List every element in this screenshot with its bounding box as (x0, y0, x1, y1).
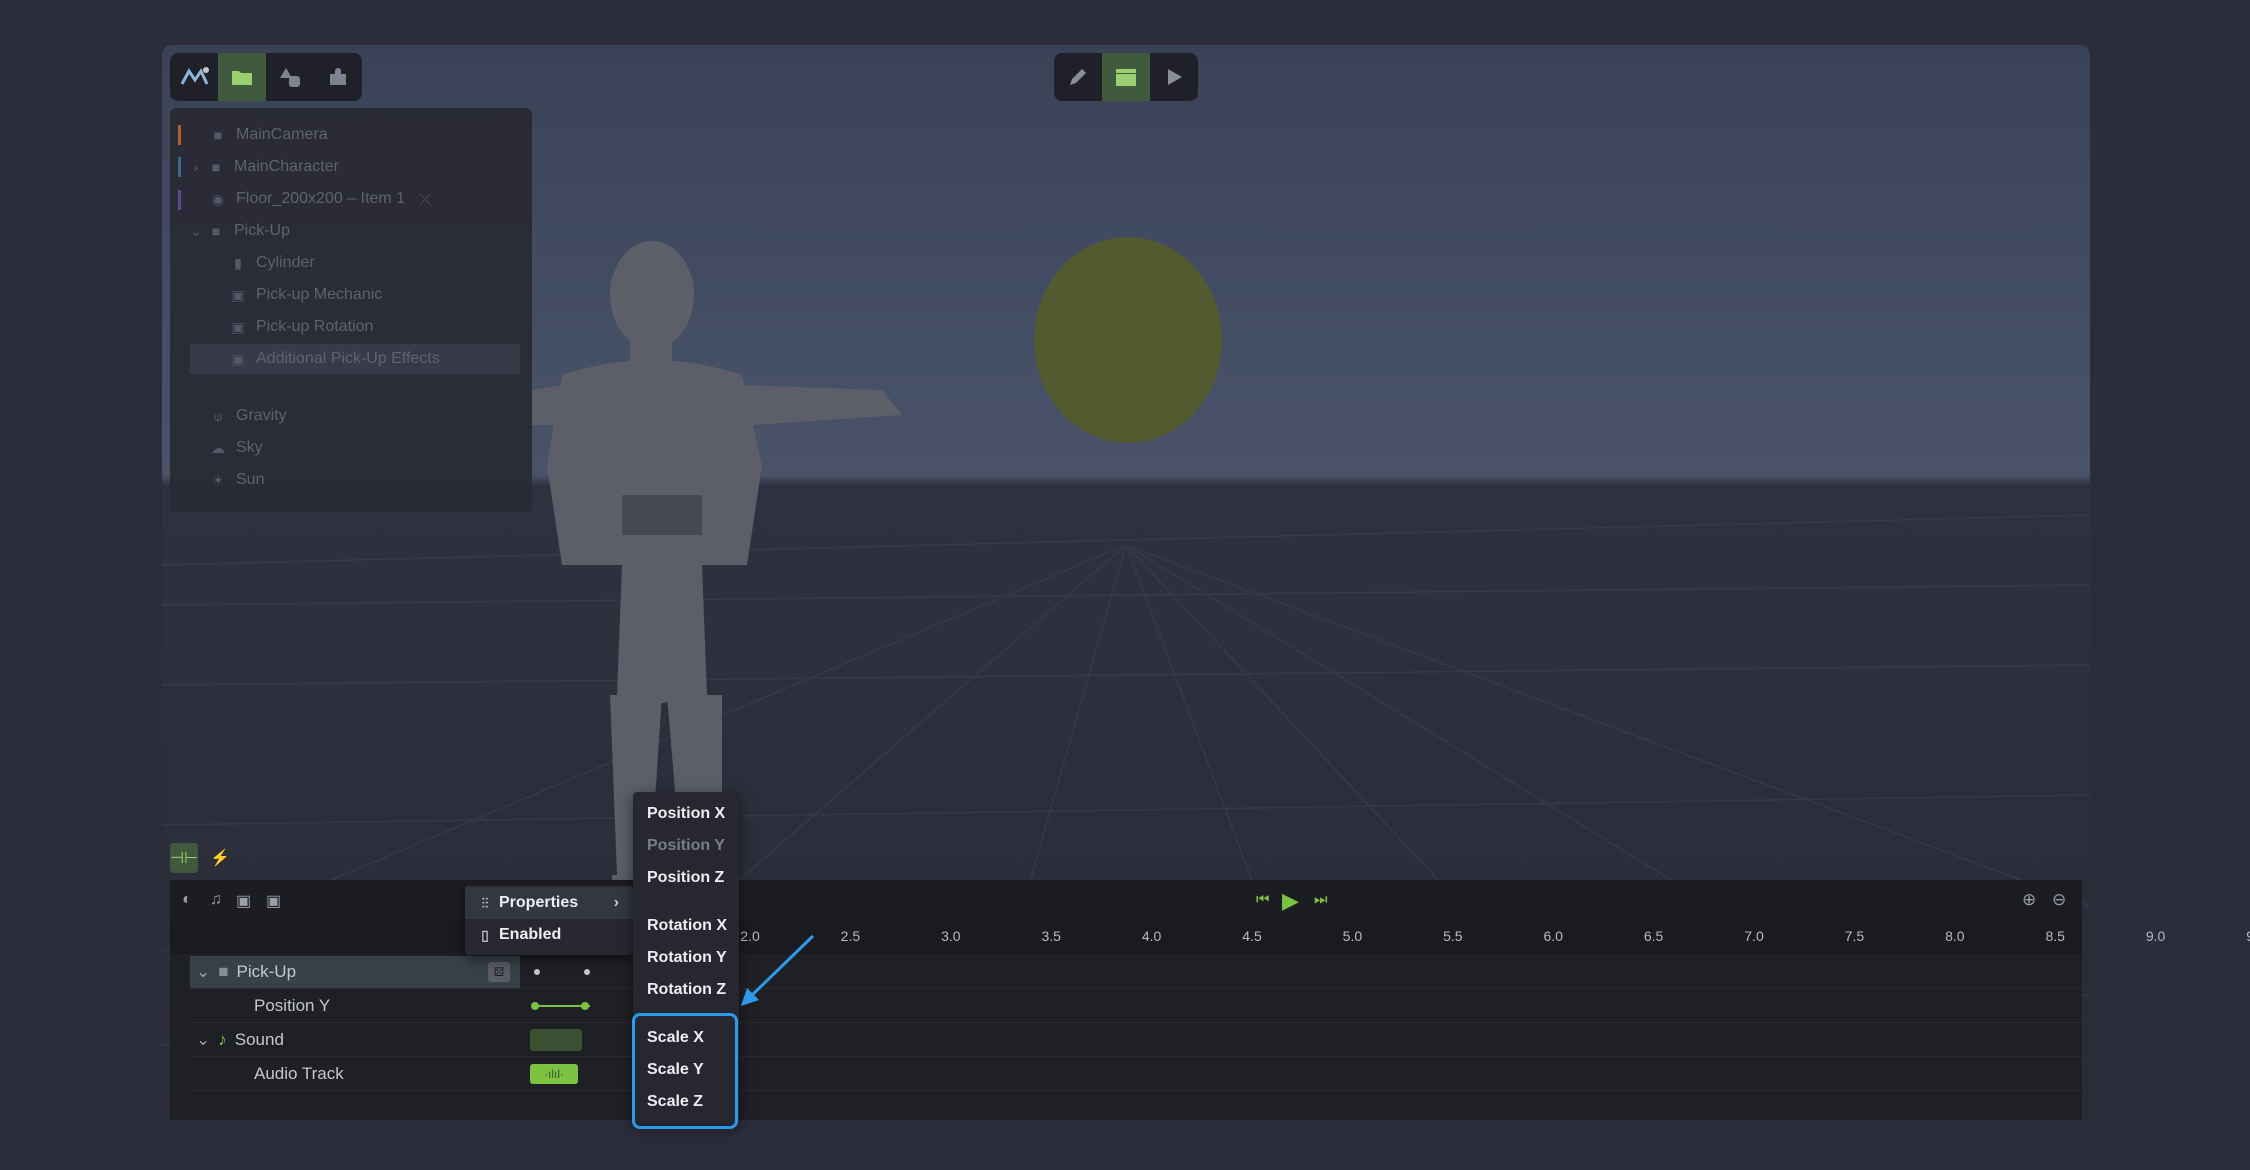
chevron-down-icon[interactable]: ⌄ (190, 223, 202, 240)
add-object-track-icon[interactable]: ◐ (182, 891, 192, 909)
timeline-tick-label: 8.0 (1945, 928, 1965, 944)
timeline-tick-label: 3.0 (941, 928, 961, 944)
track-row-position-y[interactable]: Position Y (190, 990, 2082, 1023)
cloud-icon: ☁ (211, 439, 225, 456)
outliner-item-pickup[interactable]: ⌄ ■ Pick-Up (190, 216, 290, 246)
folder-icon[interactable] (218, 53, 266, 101)
chevron-right-icon[interactable]: › (190, 159, 202, 175)
chevron-down-icon[interactable]: ⌄ (196, 962, 210, 982)
timeline-tick-label: 4.5 (1242, 928, 1262, 944)
timeline-tick-label: 4.0 (1141, 928, 1162, 944)
outliner-item-floor[interactable]: ◉ Floor_200x200 – Item 1 ⤫ (208, 184, 443, 214)
pickup-orb (1034, 237, 1222, 443)
puzzle-icon[interactable] (314, 53, 362, 101)
shapes-icon[interactable] (266, 53, 314, 101)
color-stripe (178, 125, 181, 145)
timeline-tick-label: 2.5 (840, 928, 861, 944)
context-menu: ⫶⫶ Properties › ▯ Enabled (465, 885, 633, 955)
keyframe-mode-icon[interactable]: ⚄ (488, 962, 510, 982)
mode-toolbar (1054, 53, 1198, 101)
logo-icon[interactable] (170, 53, 218, 101)
toggle-icon: ▯ (481, 926, 489, 943)
timeline-tick-label: 7.5 (1844, 928, 1865, 944)
play-icon[interactable] (1150, 53, 1198, 101)
folder-icon: ■ (218, 962, 229, 981)
outliner-item-cylinder[interactable]: ▮ Cylinder (228, 248, 315, 278)
color-stripe (178, 157, 181, 177)
folder-icon: ■ (211, 159, 221, 175)
timeline-tick-label: 6.0 (1543, 928, 1563, 944)
target-icon: ◉ (211, 190, 225, 207)
timeline-tick-label: 9.0 (2145, 928, 2166, 944)
zoom-in-icon[interactable]: ⊕ (2022, 890, 2036, 910)
color-stripe (178, 190, 181, 210)
skip-back-icon[interactable]: ⏮ (1256, 891, 1270, 908)
outliner-item-additional-effects[interactable]: ▣ Additional Pick-Up Effects (190, 344, 520, 374)
skip-forward-icon[interactable]: ⏭ (1314, 891, 1328, 908)
timeline-ruler[interactable] (170, 922, 2082, 954)
add-image-track-icon[interactable]: ▣ (266, 891, 281, 911)
play-button-icon[interactable]: ▶ (1282, 888, 1299, 914)
keyframe-marker[interactable] (531, 1002, 539, 1010)
script-icon: ▣ (231, 318, 245, 335)
chevron-right-icon: › (613, 894, 619, 911)
unlink-icon[interactable]: ⤫ (415, 191, 435, 208)
script-icon: ▣ (231, 286, 245, 303)
outliner-item-maincharacter[interactable]: › ■ MainCharacter (190, 152, 339, 182)
outliner-item-sky[interactable]: ☁ Sky (208, 433, 263, 463)
annotation-arrow-icon (741, 934, 815, 1006)
timeline-tick-label: 7.0 (1744, 928, 1764, 944)
menu-item-enabled[interactable]: ▯ Enabled (465, 919, 633, 951)
outliner-item-gravity[interactable]: ⍦ Gravity (208, 401, 287, 431)
keyframe-marker[interactable] (534, 969, 540, 975)
timeline-toggle-icon[interactable]: ⊣⊢ (170, 843, 198, 873)
outliner-item-maincamera[interactable]: ■ MainCamera (208, 120, 328, 150)
sliders-icon: ⫶⫶ (481, 894, 489, 911)
timeline-tick-label: 6.5 (1643, 928, 1664, 944)
timeline-tick-label: 3.5 (1041, 928, 1061, 944)
track-row-audio-track[interactable]: Audio Track ·ılıl· (190, 1058, 2082, 1091)
track-label-sound: ⌄ ♪ Sound (196, 1030, 284, 1050)
folder-icon: ■ (211, 223, 221, 239)
submenu-position-z[interactable]: Position Z (633, 862, 753, 894)
pencil-icon[interactable] (1054, 53, 1102, 101)
audio-waveform-clip[interactable]: ·ılıl· (530, 1064, 578, 1084)
track-row-sound[interactable]: ⌄ ♪ Sound (190, 1024, 2082, 1057)
track-label-pickup: ⌄ ■ Pick-Up (196, 962, 297, 982)
keyframe-marker[interactable] (581, 1002, 589, 1010)
zoom-out-icon[interactable]: ⊖ (2052, 890, 2066, 910)
left-toolbar (170, 53, 362, 101)
app-frame: ■ MainCamera › ■ MainCharacter ◉ Floor_200x… (0, 0, 2250, 1170)
scale-highlight-box (632, 1013, 738, 1129)
add-video-track-icon[interactable]: ▣ (236, 891, 251, 911)
clapperboard-icon[interactable] (1102, 53, 1150, 101)
sun-icon: ☀ (211, 471, 225, 488)
cylinder-icon: ▮ (234, 254, 242, 271)
scene-outliner: ■ MainCamera › ■ MainCharacter ◉ Floor_200x… (170, 108, 532, 512)
track-row-pickup[interactable]: ⌄ ■ Pick-Up ⚄ (190, 956, 2082, 989)
track-label-position-y: Position Y (254, 996, 331, 1015)
chevron-down-icon[interactable]: ⌄ (196, 1030, 210, 1050)
lightning-icon[interactable]: ⚡ (210, 848, 230, 868)
gravity-icon: ⍦ (213, 407, 223, 424)
outliner-item-pickup-mechanic[interactable]: ▣ Pick-up Mechanic (228, 280, 382, 310)
outliner-item-pickup-rotation[interactable]: ▣ Pick-up Rotation (228, 312, 373, 342)
track-label-audio-track: Audio Track (254, 1064, 344, 1083)
timeline-tick-label: 9.5 (2246, 928, 2250, 944)
sound-clip[interactable] (530, 1029, 582, 1051)
menu-item-properties[interactable]: ⫶⫶ Properties › (465, 887, 633, 919)
outliner-item-sun[interactable]: ☀ Sun (208, 465, 265, 495)
camera-icon: ■ (213, 127, 223, 143)
timeline-tick-label: 5.5 (1443, 928, 1463, 944)
timeline-toolbar: ◐ ♫ ▣ ▣ ⏮ ▶ ⏭ ⊕ ⊖ (170, 880, 2082, 922)
keyframe-marker[interactable] (584, 969, 590, 975)
music-note-icon: ♪ (218, 1030, 227, 1049)
timeline-tick-label: 5.0 (1342, 928, 1363, 944)
submenu-position-y: Position Y (647, 837, 725, 854)
timeline-panel: ◐ ♫ ▣ ▣ ⏮ ▶ ⏭ ⊕ ⊖ 2.0 2.5 3.0 3.5 4.0 4.5 5.0 5… (170, 880, 2250, 1120)
submenu-position-x[interactable]: Position X (633, 798, 753, 830)
script-icon: ▣ (231, 350, 245, 367)
add-audio-track-icon[interactable]: ♫ (210, 891, 222, 909)
timeline-tick-label: 8.5 (2045, 928, 2065, 944)
